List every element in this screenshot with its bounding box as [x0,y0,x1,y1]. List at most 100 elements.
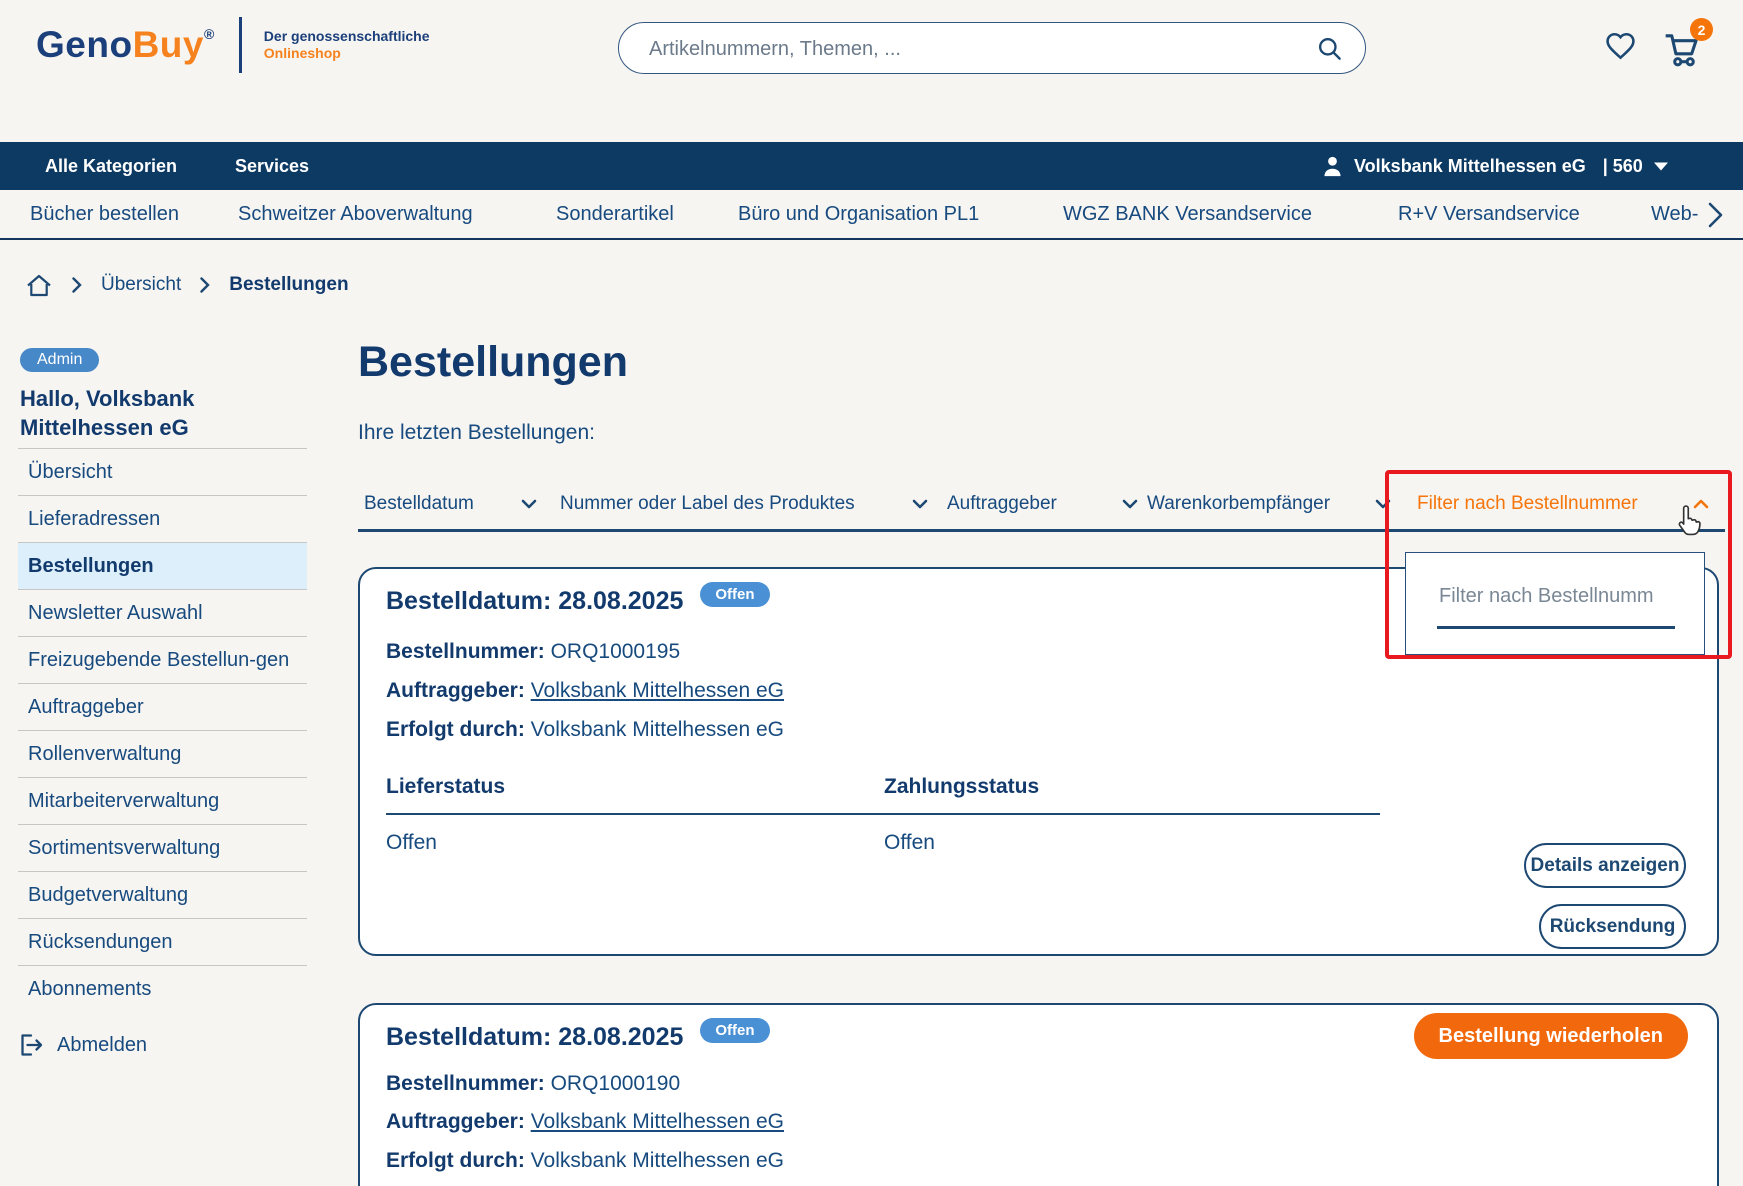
status-badge: Offen [700,582,770,607]
order-date-row: Bestelldatum: 28.08.2025 Offen [386,1018,770,1053]
filter-warenkorbempfaenger[interactable]: Warenkorbempfänger [1133,479,1405,532]
bestellnummer-filter-panel [1405,552,1705,655]
logout-icon [21,1034,43,1056]
category-nav: Bücher bestellen Schweitzer Aboverwaltun… [0,190,1743,240]
order-date-row: Bestelldatum: 28.08.2025 Offen [386,582,770,617]
account-number: | 560 [1602,155,1643,176]
main-nav-bar: Alle Kategorien Services Volksbank Mitte… [0,142,1743,190]
client-link[interactable]: Volksbank Mittelhessen eG [531,1110,784,1133]
order-card: Bestelldatum: 28.08.2025 Offen Bestellun… [358,1003,1719,1186]
category-rv-versandservice[interactable]: R+V Versandservice [1398,190,1580,238]
sidebar-item-abonnements[interactable]: Abonnements [18,965,307,1012]
category-buecher-bestellen[interactable]: Bücher bestellen [30,190,179,238]
chevron-down-icon [1375,499,1391,509]
sidebar-item-uebersicht[interactable]: Übersicht [18,448,307,495]
sidebar-item-auftraggeber[interactable]: Auftraggeber [18,683,307,730]
user-icon [1324,156,1341,176]
tagline-line1: Der genossenschaftliche [263,28,430,44]
orders-main: Bestellungen Ihre letzten Bestellungen: … [358,318,1725,1186]
admin-sidebar: Admin Hallo, Volksbank Mittelhessen eG Ü… [18,348,307,1058]
column-header-lieferstatus: Lieferstatus [386,775,506,798]
order-executed-row: Erfolgt durch: Volksbank Mittelhessen eG [386,1149,784,1172]
page-subtitle: Ihre letzten Bestellungen: [358,421,595,444]
sidebar-item-sortimentsverwaltung[interactable]: Sortimentsverwaltung [18,824,307,871]
order-client-row: Auftraggeber: Volksbank Mittelhessen eG [386,1110,784,1133]
chevron-right-icon [72,277,82,293]
filter-label: Nummer oder Label des Produktes [560,493,855,514]
bestellung-wiederholen-button[interactable]: Bestellung wiederholen [1413,1013,1688,1059]
lieferstatus-value: Offen [386,831,437,854]
category-web-truncated[interactable]: Web- [1651,190,1698,238]
filter-label: Warenkorbempfänger [1147,493,1331,514]
sidebar-item-rollenverwaltung[interactable]: Rollenverwaltung [18,730,307,777]
genobuy-orders-page: GenoBuy® Der genossenschaftliche Onlines… [0,0,1743,1186]
logo-wordmark: GenoBuy® [36,24,215,66]
order-client-row: Auftraggeber: Volksbank Mittelhessen eG [386,679,784,702]
logout-button[interactable]: Abmelden [18,1032,307,1058]
sidebar-greeting: Hallo, Volksbank Mittelhessen eG [20,386,195,440]
sidebar-item-budgetverwaltung[interactable]: Budgetverwaltung [18,871,307,918]
logo-tagline: Der genossenschaftliche Onlineshop [264,28,430,62]
sidebar-item-newsletter-auswahl[interactable]: Newsletter Auswahl [18,589,307,636]
account-name: Volksbank Mittelhessen eG [1354,155,1586,176]
column-header-zahlungsstatus: Zahlungsstatus [884,775,1040,798]
filter-label: Bestelldatum [364,493,474,514]
category-wgz-bank-versandservice[interactable]: WGZ BANK Versandservice [1063,190,1312,238]
filter-label: Filter nach Bestellnummer [1417,493,1638,514]
sidebar-menu: Übersicht Lieferadressen Bestellungen Ne… [18,448,307,1012]
category-buero-und-organisation[interactable]: Büro und Organisation PL1 [738,190,979,238]
admin-role-badge: Admin [20,348,100,372]
cart-count-badge: 2 [1690,18,1713,41]
tagline-line2: Onlineshop [263,45,341,61]
breadcrumb-bestellungen: Bestellungen [229,274,349,295]
breadcrumb-uebersicht[interactable]: Übersicht [101,274,181,296]
zahlungsstatus-value: Offen [884,831,935,854]
client-link[interactable]: Volksbank Mittelhessen eG [531,679,784,702]
search-bar[interactable] [618,22,1366,74]
chevron-up-icon [1693,499,1709,509]
filter-nach-bestellnummer[interactable]: Filter nach Bestellnummer [1405,479,1725,532]
status-badge: Offen [700,1018,770,1043]
filter-auftraggeber[interactable]: Auftraggeber [940,479,1152,532]
bestellnummer-filter-input[interactable] [1437,581,1681,611]
wishlist-heart-icon[interactable] [1605,32,1636,61]
chevron-down-icon [521,499,537,509]
search-input[interactable] [647,33,1271,65]
order-date: Bestelldatum: 28.08.2025 [386,1023,684,1051]
logo-divider [238,17,242,73]
nav-item-services[interactable]: Services [235,142,309,190]
sidebar-item-mitarbeiterverwaltung[interactable]: Mitarbeiterverwaltung [18,777,307,824]
filter-nummer-oder-label[interactable]: Nummer oder Label des Produktes [549,479,944,532]
category-schweitzer-aboverwaltung[interactable]: Schweitzer Aboverwaltung [238,190,473,238]
account-menu[interactable]: Volksbank Mittelhessen eG | 560 [1322,142,1668,190]
sidebar-item-bestellungen[interactable]: Bestellungen [18,542,307,589]
order-number-row: Bestellnummer: ORQ1000190 [386,1072,681,1095]
filter-bestelldatum[interactable]: Bestelldatum [358,479,551,532]
sidebar-item-lieferadressen[interactable]: Lieferadressen [18,495,307,542]
logo-geno: Geno [36,24,133,65]
order-status-table: Lieferstatus Zahlungsstatus Offen Offen [386,775,1380,855]
sidebar-item-freizugebende-bestellungen[interactable]: Freizugebende Bestellun-gen [18,636,307,683]
chevron-down-icon [912,499,928,509]
input-underline [1437,626,1675,629]
caret-down-icon [1653,162,1668,170]
ruecksendung-button[interactable]: Rücksendung [1539,904,1686,949]
home-icon[interactable] [25,273,53,298]
order-number-row: Bestellnummer: ORQ1000195 [386,640,681,663]
logo-registered-mark: ® [203,26,215,42]
genobuy-logo[interactable]: GenoBuy® Der genossenschaftliche Onlines… [36,14,430,76]
sidebar-item-ruecksendungen[interactable]: Rücksendungen [18,918,307,965]
filter-label: Auftraggeber [947,493,1057,514]
order-executed-row: Erfolgt durch: Volksbank Mittelhessen eG [386,718,784,741]
page-title: Bestellungen [358,338,628,386]
category-scroll-chevron-right-icon[interactable] [1708,202,1723,228]
search-icon[interactable] [1316,35,1343,62]
order-date: Bestelldatum: 28.08.2025 [386,587,684,615]
logout-label: Abmelden [57,1033,148,1056]
details-anzeigen-button[interactable]: Details anzeigen [1524,843,1686,888]
breadcrumb: Übersicht Bestellungen [25,262,349,308]
chevron-right-icon [200,277,210,293]
nav-item-alle-kategorien[interactable]: Alle Kategorien [45,142,177,190]
logo-buy: Buy [132,24,204,65]
category-sonderartikel[interactable]: Sonderartikel [556,190,674,238]
